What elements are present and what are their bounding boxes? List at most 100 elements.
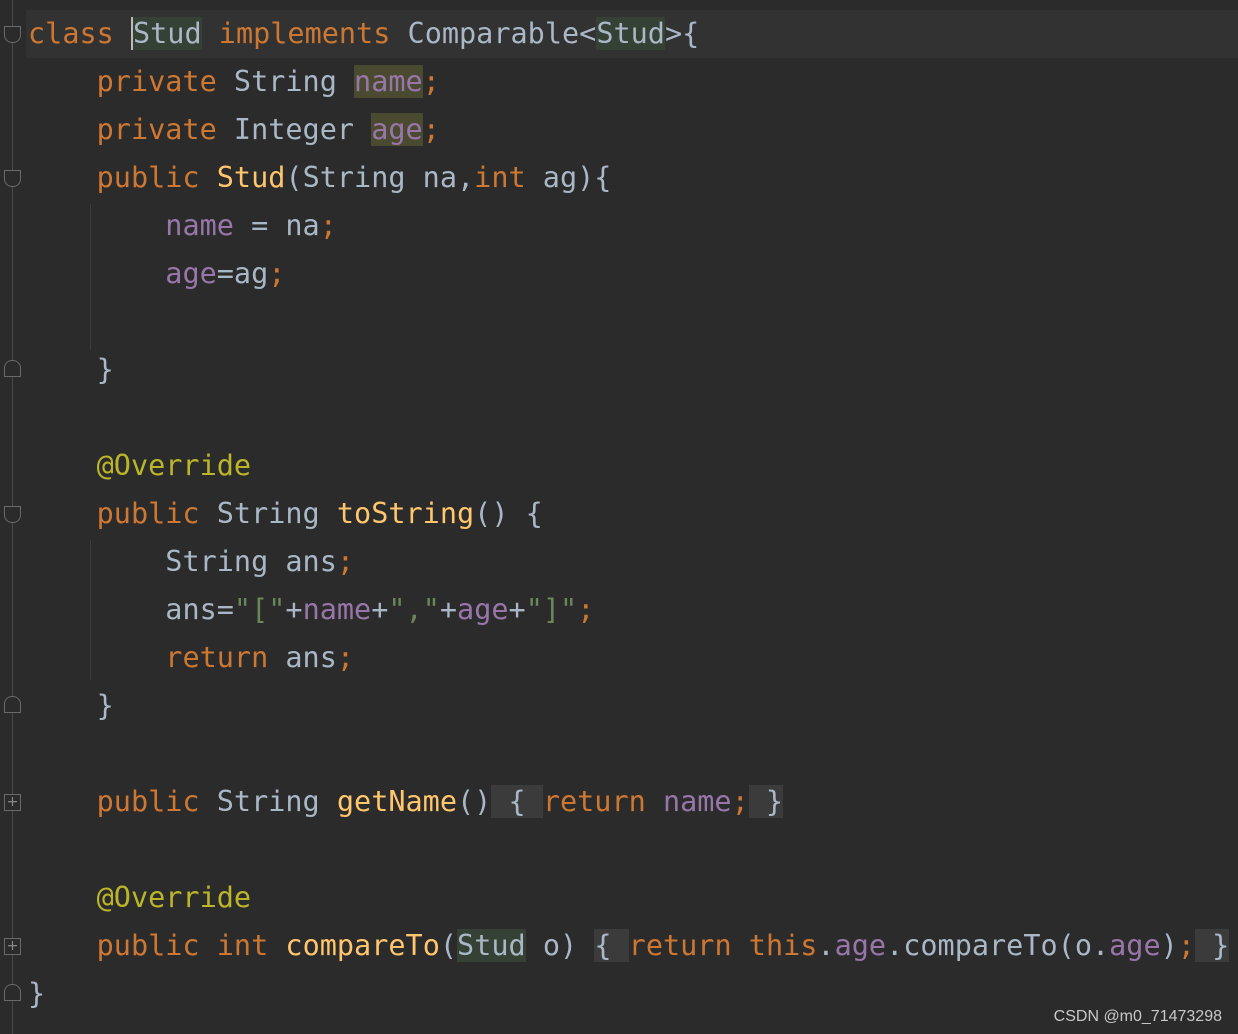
- code-line-class-close[interactable]: }: [28, 970, 45, 1018]
- fold-end-icon[interactable]: [4, 360, 21, 377]
- method-name: compareTo: [285, 929, 440, 962]
- variable-name: ans: [268, 545, 337, 578]
- code-line-string-concat[interactable]: ans="["+name+","+age+"]";: [28, 586, 594, 634]
- closing-brace: }: [28, 977, 46, 1010]
- punctuation: (): [457, 785, 492, 818]
- type-name: String: [233, 65, 337, 98]
- string-literal: ",": [388, 593, 440, 626]
- semicolon: ;: [422, 65, 440, 98]
- folded-region-open[interactable]: {: [491, 785, 543, 818]
- keyword: private: [96, 65, 217, 98]
- field-name: age: [165, 257, 217, 290]
- code-line-assign-age[interactable]: age=ag;: [28, 250, 285, 298]
- fold-collapse-icon[interactable]: [4, 506, 21, 523]
- keyword: public: [96, 785, 200, 818]
- annotation: @Override: [96, 881, 252, 914]
- field-name: age: [457, 593, 509, 626]
- keyword: private: [96, 113, 217, 146]
- field-name: name: [165, 209, 234, 242]
- parameters: ag){: [525, 161, 612, 194]
- parameters: (String na,: [285, 161, 475, 194]
- parameter-name: o): [525, 929, 578, 962]
- keyword: class: [28, 17, 114, 50]
- keyword: int: [474, 161, 526, 194]
- punctuation: () {: [474, 497, 543, 530]
- keyword: return: [628, 929, 732, 962]
- watermark: CSDN @m0_71473298: [1053, 1008, 1222, 1025]
- keyword: return: [165, 641, 269, 674]
- constructor-name: Stud: [216, 161, 286, 194]
- fold-collapse-icon[interactable]: [4, 26, 21, 43]
- fold-expand-icon[interactable]: +: [4, 794, 21, 811]
- closing-brace: }: [96, 353, 114, 386]
- fold-expand-icon[interactable]: +: [4, 938, 21, 955]
- type-name: String: [216, 497, 320, 530]
- code-line-annotation[interactable]: @Override: [28, 442, 251, 490]
- punctuation: (: [439, 929, 458, 962]
- type-name: String: [165, 545, 269, 578]
- expression: = na: [233, 209, 320, 242]
- folded-region-close[interactable]: }: [748, 785, 784, 818]
- keyword: int: [216, 929, 269, 962]
- code-line-tostring-signature[interactable]: public String toString() {: [28, 490, 543, 538]
- operator: +: [439, 593, 458, 626]
- semicolon: ;: [731, 785, 749, 818]
- keyword: public: [96, 497, 200, 530]
- code-line-getname[interactable]: public String getName() { return name; }: [28, 778, 784, 826]
- keyword: public: [96, 929, 200, 962]
- type-name: String: [216, 785, 320, 818]
- fold-collapse-icon[interactable]: [4, 170, 21, 187]
- semicolon: ;: [336, 641, 355, 674]
- fold-end-icon[interactable]: [4, 696, 21, 713]
- keyword: public: [96, 161, 200, 194]
- method-call: .compareTo(o.: [886, 929, 1110, 962]
- code-editor[interactable]: + + class Stud implements Comparable<Stu…: [0, 0, 1238, 1034]
- semicolon: ;: [1177, 929, 1195, 962]
- keyword: implements: [218, 17, 391, 50]
- expression: ans=: [165, 593, 234, 626]
- code-line-class-declaration[interactable]: class Stud implements Comparable<Stud>{: [28, 10, 699, 58]
- field-name: name: [354, 65, 423, 98]
- punctuation: .: [817, 929, 835, 962]
- punctuation: >{: [664, 17, 700, 50]
- folded-region-open[interactable]: {: [594, 929, 629, 962]
- interface-name: Comparable: [407, 17, 580, 50]
- fold-end-icon[interactable]: [4, 984, 21, 1001]
- punctuation: ): [1160, 929, 1178, 962]
- operator: +: [371, 593, 389, 626]
- semicolon: ;: [319, 209, 337, 242]
- semicolon: ;: [268, 257, 286, 290]
- code-line-annotation[interactable]: @Override: [28, 874, 251, 922]
- code-line-field-name[interactable]: private String name;: [28, 58, 440, 106]
- punctuation: <: [579, 17, 597, 50]
- semicolon: ;: [422, 113, 440, 146]
- code-line-close-brace[interactable]: }: [28, 346, 114, 394]
- code-line-assign-name[interactable]: name = na;: [28, 202, 337, 250]
- variable-name: ans: [268, 641, 337, 674]
- expression: =ag: [216, 257, 269, 290]
- field-name: age: [1109, 929, 1161, 962]
- operator: +: [508, 593, 526, 626]
- keyword: this: [748, 929, 818, 962]
- type-name: Integer: [233, 113, 355, 146]
- closing-brace: }: [96, 689, 114, 722]
- code-line-close-brace[interactable]: }: [28, 682, 114, 730]
- annotation: @Override: [96, 449, 252, 482]
- parameter-type: Stud: [457, 929, 526, 962]
- generic-type: Stud: [596, 17, 665, 50]
- code-line-return[interactable]: return ans;: [28, 634, 354, 682]
- string-literal: "]": [525, 593, 578, 626]
- code-line-constructor[interactable]: public Stud(String na,int ag){: [28, 154, 612, 202]
- code-line-field-age[interactable]: private Integer age;: [28, 106, 440, 154]
- semicolon: ;: [577, 593, 595, 626]
- class-name: Stud: [130, 17, 202, 50]
- code-line-compareto[interactable]: public int compareTo(Stud o) { return th…: [28, 922, 1230, 970]
- field-name: name: [302, 593, 372, 626]
- code-line-local-var[interactable]: String ans;: [28, 538, 354, 586]
- method-name: toString: [336, 497, 475, 530]
- method-name: getName: [336, 785, 457, 818]
- field-name: age: [371, 113, 423, 146]
- semicolon: ;: [336, 545, 355, 578]
- field-name: age: [834, 929, 887, 962]
- folded-region-close[interactable]: }: [1194, 929, 1230, 962]
